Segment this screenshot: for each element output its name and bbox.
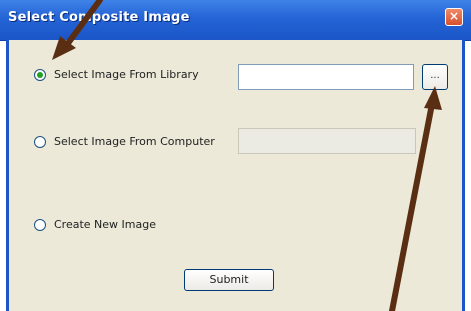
arrow-to-library-radio bbox=[52, 0, 103, 60]
arrow-to-browse-button bbox=[389, 86, 442, 311]
annotation-arrows bbox=[52, 0, 442, 311]
